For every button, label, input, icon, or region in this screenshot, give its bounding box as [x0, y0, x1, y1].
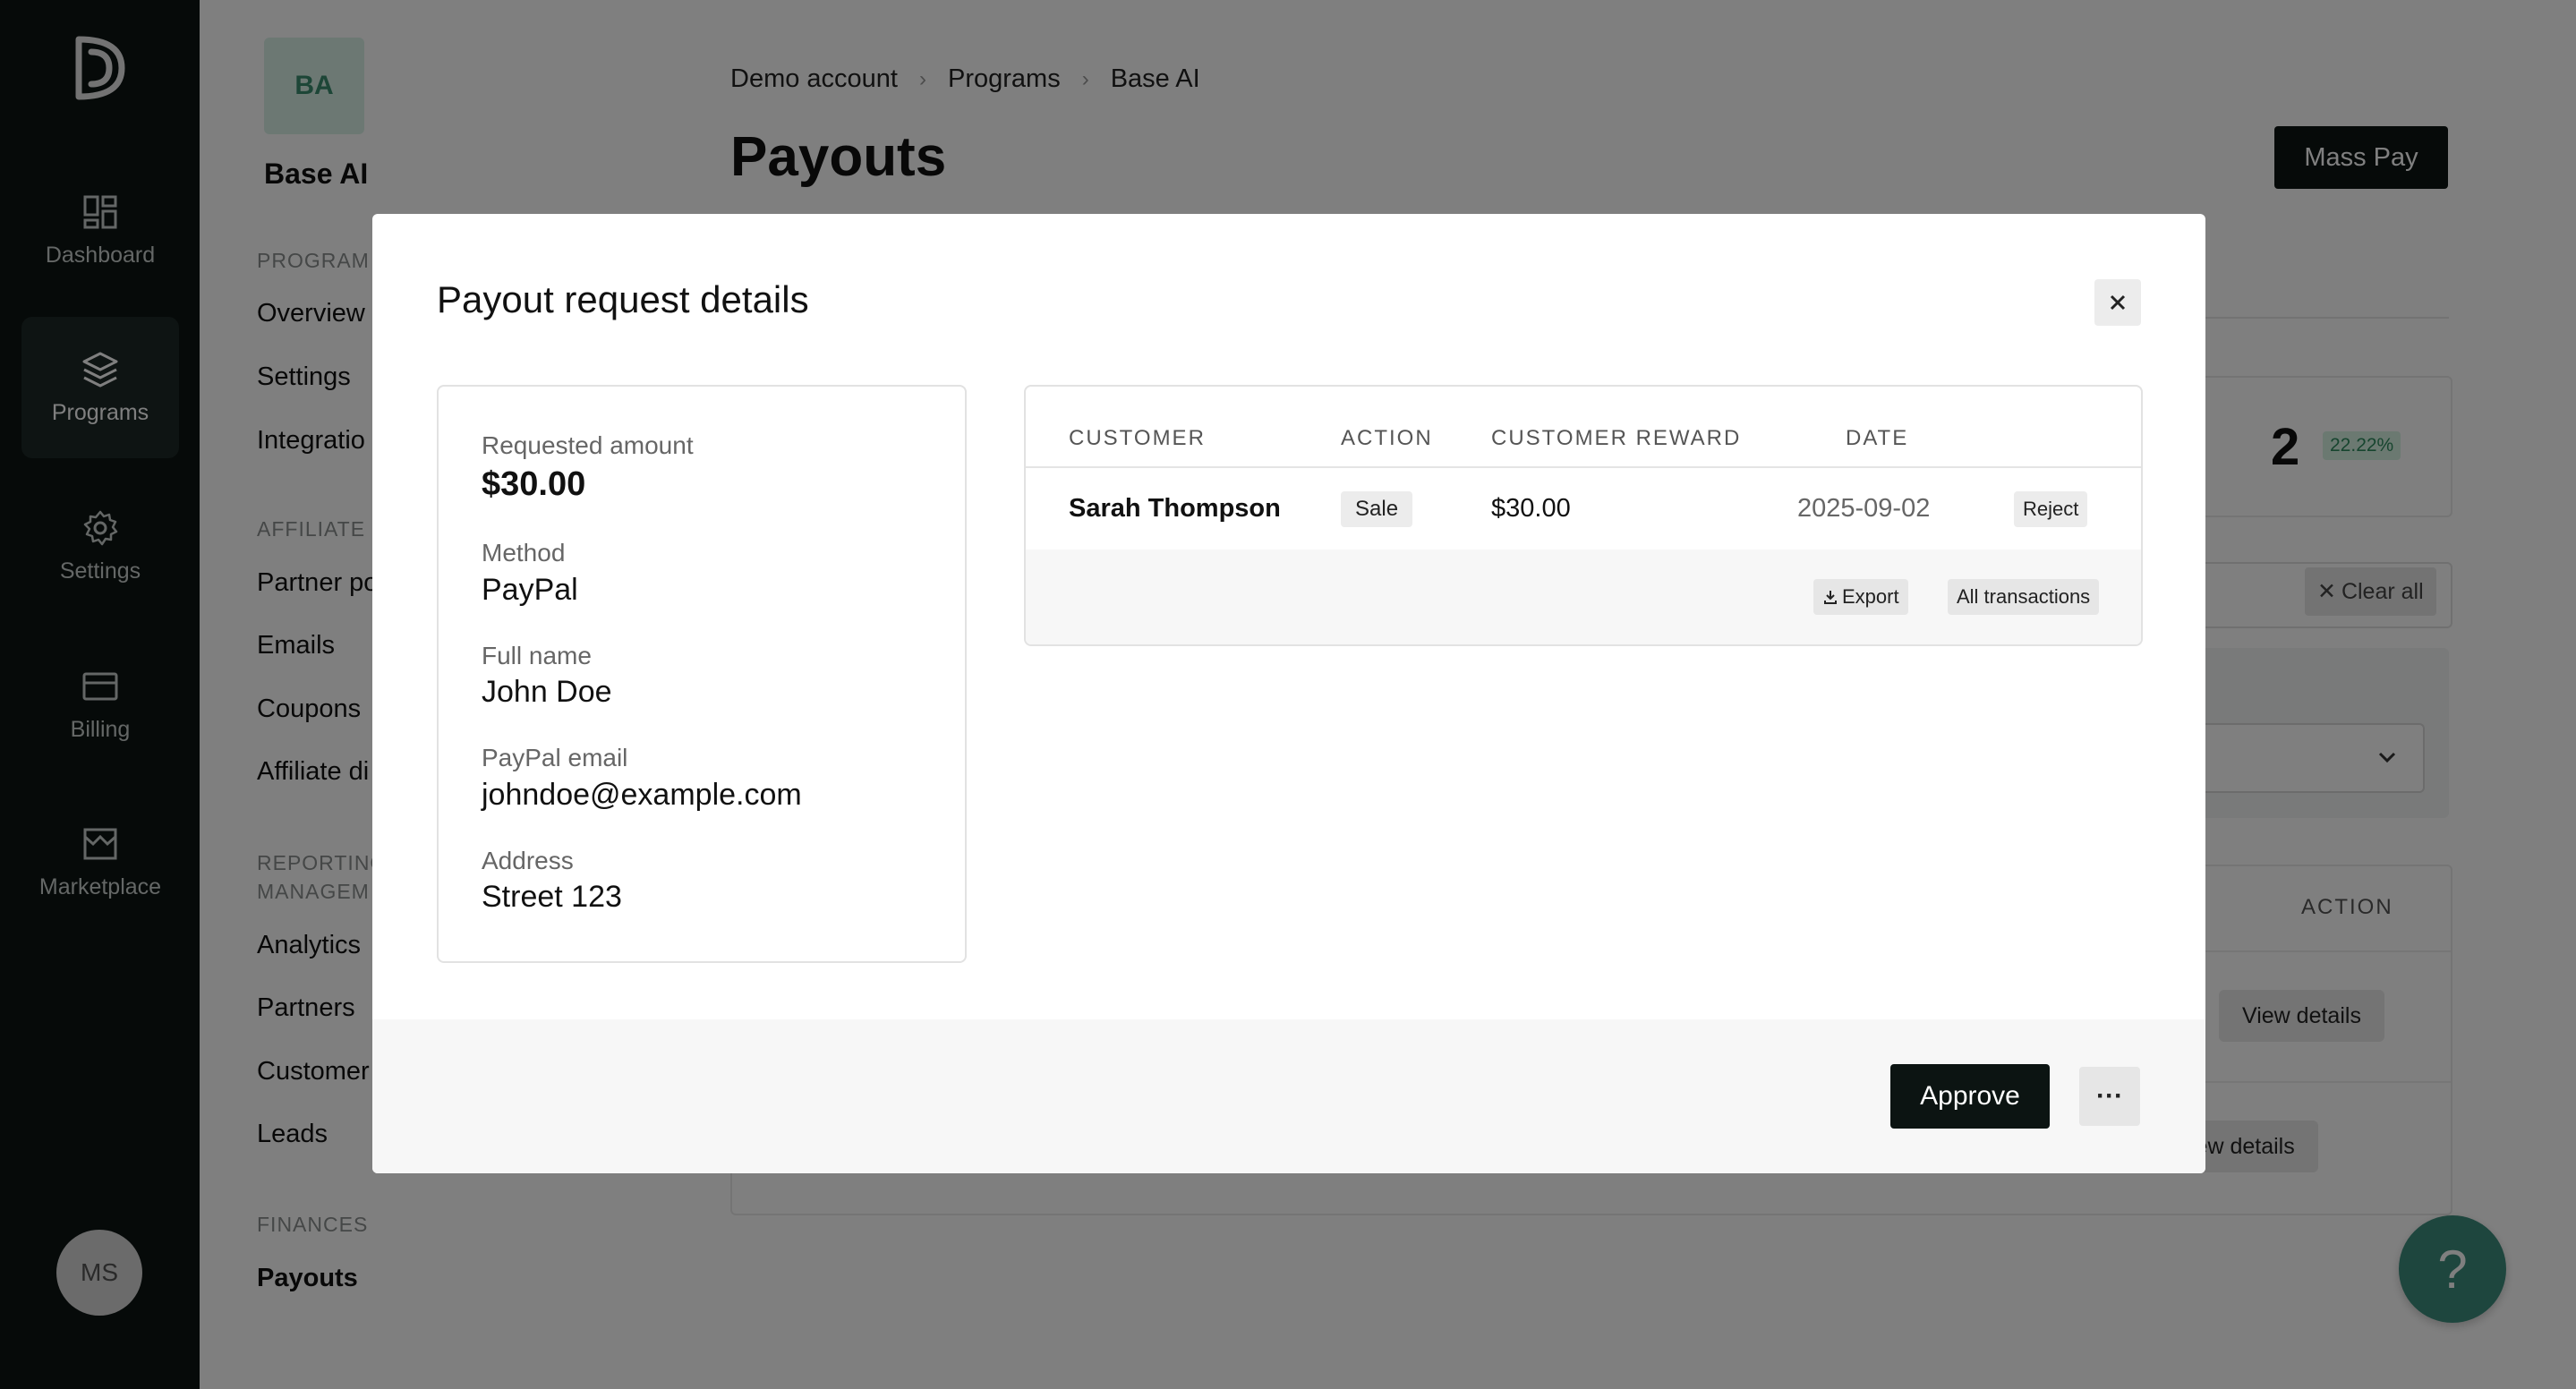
reject-button[interactable]: Reject — [2014, 491, 2088, 527]
column-header-customer-reward: CUSTOMER REWARD — [1491, 426, 1742, 450]
approve-button[interactable]: Approve — [1890, 1064, 2050, 1129]
export-button[interactable]: Export — [1813, 579, 1908, 615]
requested-amount-value: $30.00 — [482, 465, 586, 503]
reward-value: $30.00 — [1491, 494, 1571, 523]
all-transactions-button[interactable]: All transactions — [1948, 579, 2100, 615]
download-icon — [1824, 591, 1837, 604]
customer-name: Sarah Thompson — [1069, 494, 1281, 523]
action-badge: Sale — [1341, 491, 1413, 527]
close-button[interactable] — [2094, 279, 2141, 326]
method-label: Method — [482, 539, 566, 567]
column-header-date: DATE — [1846, 426, 1909, 450]
address-label: Address — [482, 847, 574, 874]
address-value: Street 123 — [482, 880, 622, 914]
payout-request-modal: Payout request details Requested amount … — [372, 214, 2205, 1173]
export-label: Export — [1842, 585, 1899, 608]
close-icon — [2110, 294, 2126, 311]
paypal-email-value: johndoe@example.com — [482, 778, 802, 812]
transaction-date: 2025-09-02 — [1797, 494, 1931, 523]
method-value: PayPal — [482, 573, 578, 607]
column-header-action: ACTION — [1341, 426, 1433, 450]
requested-amount-label: Requested amount — [482, 431, 694, 459]
payout-details-card: Requested amount $30.00 Method PayPal Fu… — [437, 385, 967, 963]
paypal-email-label: PayPal email — [482, 744, 628, 771]
transactions-table: CUSTOMER ACTION CUSTOMER REWARD DATE Sar… — [1024, 385, 2143, 646]
column-header-customer: CUSTOMER — [1069, 426, 1206, 450]
modal-title: Payout request details — [437, 278, 809, 320]
more-options-button[interactable]: ··· — [2079, 1067, 2140, 1126]
full-name-label: Full name — [482, 642, 592, 669]
full-name-value: John Doe — [482, 675, 612, 709]
table-divider — [1026, 466, 2141, 468]
